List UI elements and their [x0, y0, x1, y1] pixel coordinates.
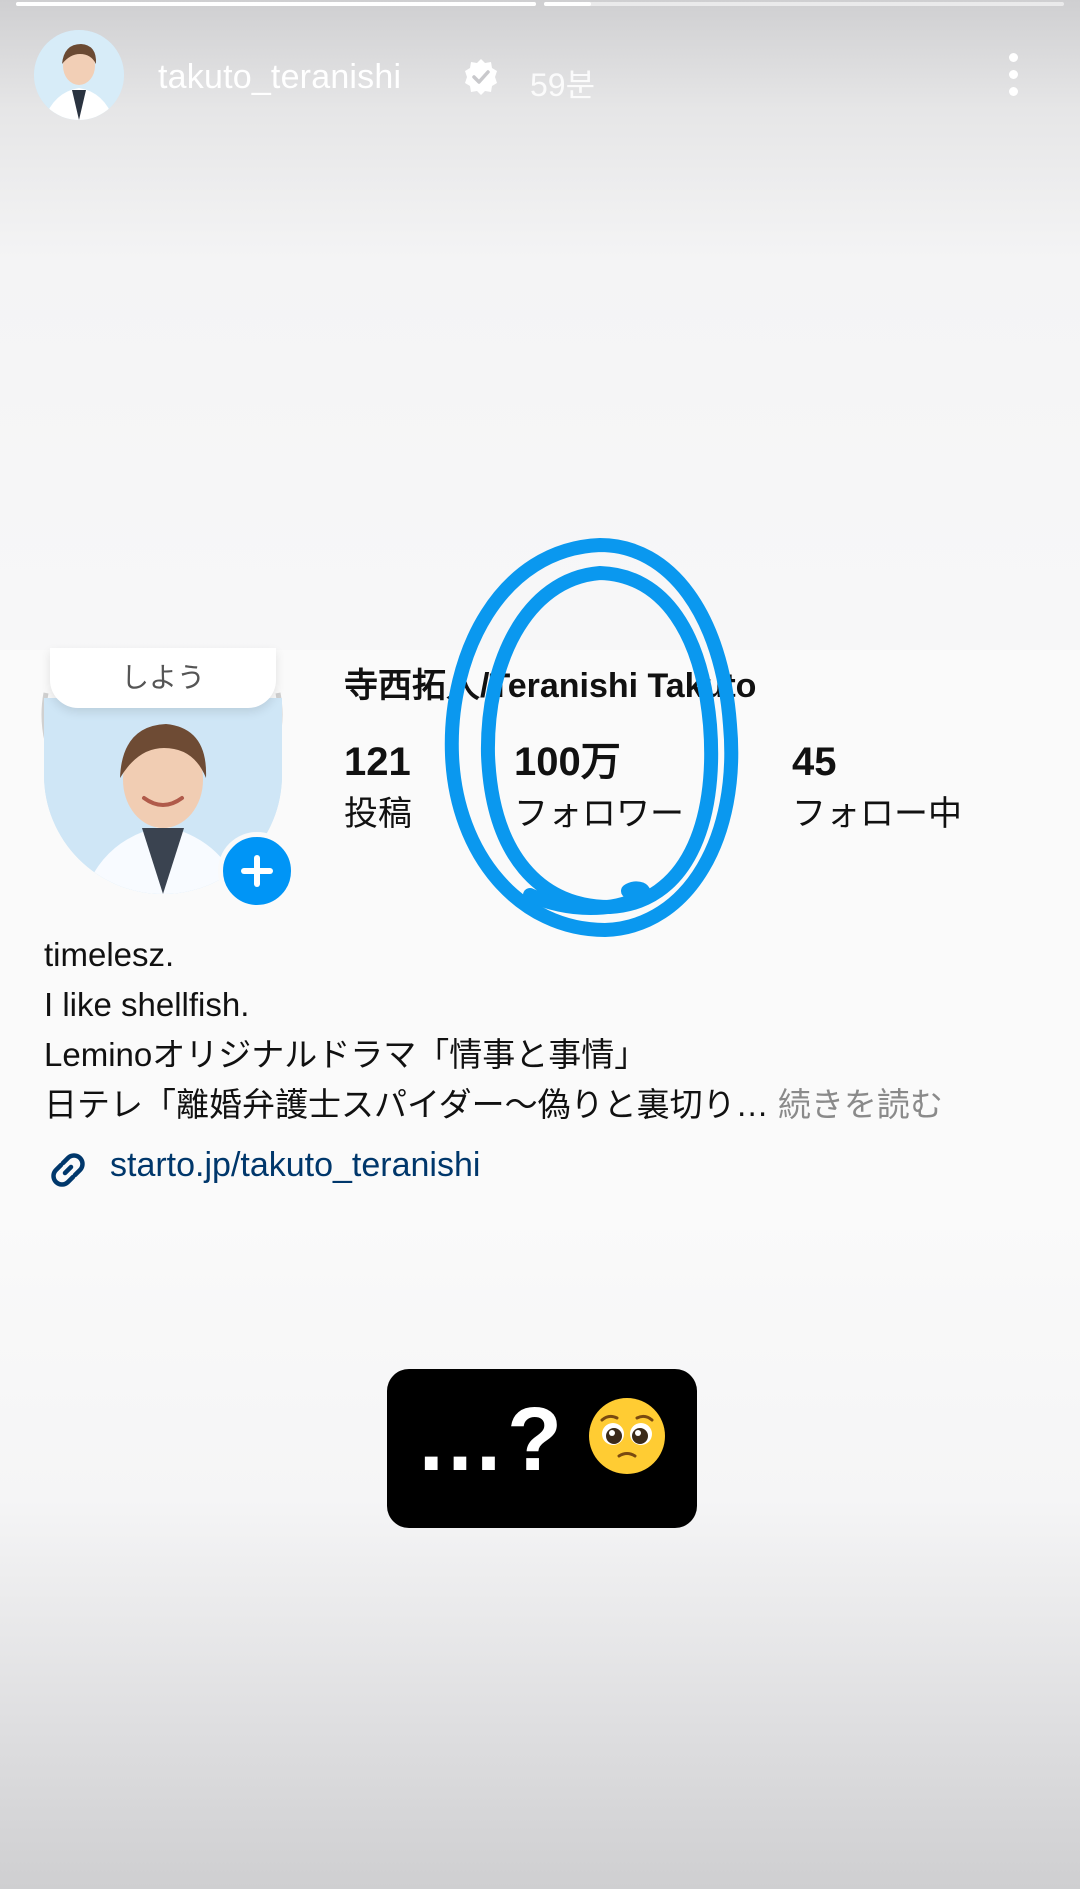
- link-icon: [44, 1146, 92, 1194]
- following-label: フォロー中: [792, 795, 962, 833]
- stat-following[interactable]: 45 フォロー中: [792, 738, 962, 838]
- posts-count: 121: [344, 740, 411, 784]
- bio-line-text: 日テレ「離婚弁護士スパイダー〜偽りと裏切り…: [44, 1086, 769, 1123]
- story-timestamp: 59분: [530, 67, 596, 103]
- profile-display-name: 寺西拓人/Teranishi Takuto: [344, 667, 757, 705]
- bio-line-last: 日テレ「離婚弁護士スパイダー〜偽りと裏切り… 続きを読む: [44, 1080, 1044, 1130]
- tooltip-bubble: しよう: [50, 648, 276, 708]
- verified-badge-icon: [462, 58, 500, 96]
- story-username[interactable]: takuto_teranishi: [158, 58, 401, 97]
- more-options-icon[interactable]: [1000, 48, 1026, 104]
- bio-line: Leminoオリジナルドラマ「情事と事情」: [44, 1036, 648, 1073]
- profile-link-text: starto.jp/takuto_teranishi: [110, 1146, 481, 1184]
- followers-count: 100万: [514, 740, 621, 784]
- story-header: takuto_teranishi 59분: [0, 28, 1080, 128]
- text-sticker: …?: [387, 1369, 697, 1528]
- sticker-text: …?: [415, 1390, 564, 1490]
- progress-segment-2: [544, 2, 1064, 6]
- bio-line: timelesz.: [44, 936, 175, 973]
- tooltip-text: しよう: [120, 662, 205, 693]
- posts-label: 投稿: [344, 795, 412, 833]
- progress-segment-1: [16, 2, 536, 6]
- read-more-link[interactable]: 続きを読む: [778, 1086, 943, 1123]
- profile-bio: timelesz. I like shellfish. Leminoオリジナルド…: [44, 930, 1044, 1130]
- story-progress: [0, 0, 1080, 6]
- followers-label: フォロワー: [514, 795, 684, 833]
- stat-followers[interactable]: 100万 フォロワー: [514, 738, 684, 838]
- pleading-face-emoji: [587, 1396, 667, 1476]
- story-author-avatar[interactable]: [34, 30, 124, 120]
- following-count: 45: [792, 740, 837, 784]
- add-story-icon[interactable]: [218, 832, 296, 910]
- bio-line: I like shellfish.: [44, 986, 250, 1023]
- stat-posts[interactable]: 121 投稿: [344, 738, 412, 838]
